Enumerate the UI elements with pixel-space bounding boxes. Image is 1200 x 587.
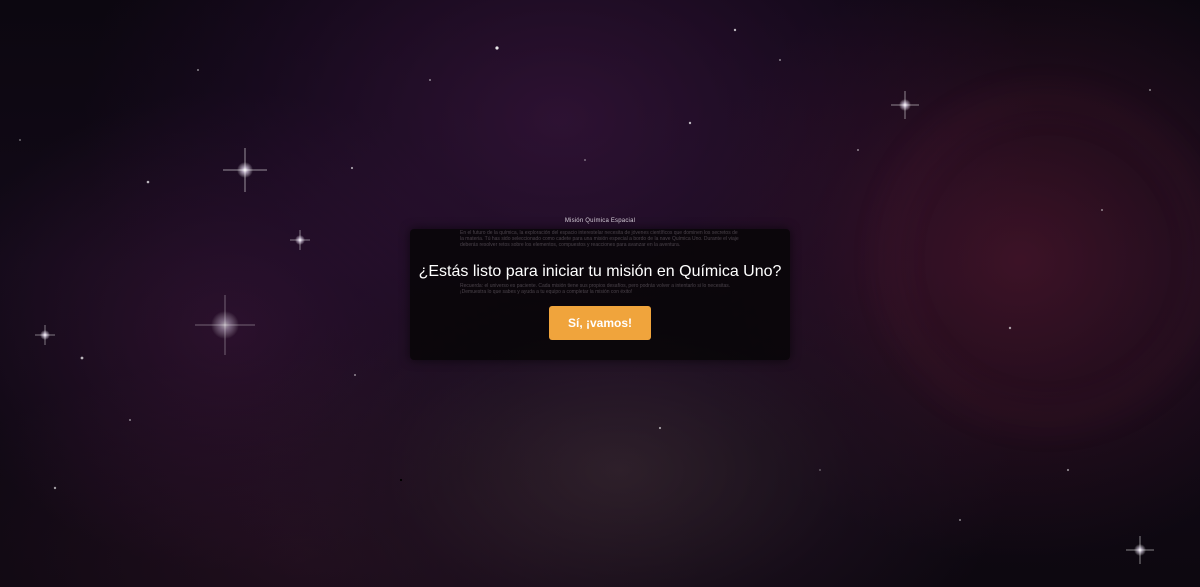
mission-subtitle: Misión Química Espacial <box>564 218 636 224</box>
bright-star <box>195 295 255 355</box>
bright-star <box>35 325 55 345</box>
confirm-start-button[interactable]: Sí, ¡vamos! <box>549 306 651 340</box>
mission-start-dialog: En el futuro de la química, la exploraci… <box>410 229 790 360</box>
mouse-cursor-dot <box>400 479 402 481</box>
bright-star <box>290 230 310 250</box>
mission-intro-paragraph: En el futuro de la química, la exploraci… <box>460 230 739 248</box>
bright-star <box>223 148 267 192</box>
start-mission-question: ¿Estás listo para iniciar tu misión en Q… <box>418 263 782 280</box>
mission-reminder-paragraph: Recuerda: el universo es paciente. Cada … <box>460 283 731 295</box>
bright-star <box>1126 536 1154 564</box>
bright-star <box>891 91 919 119</box>
